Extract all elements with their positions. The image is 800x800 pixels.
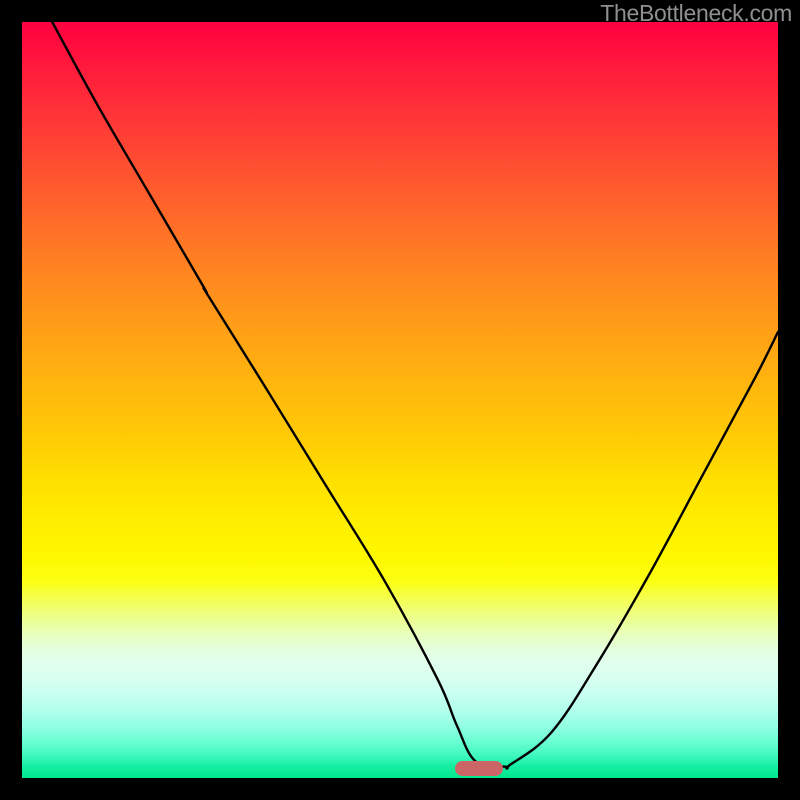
chart-frame: TheBottleneck.com [0,0,800,800]
bottleneck-curve [22,22,778,778]
watermark-text: TheBottleneck.com [600,0,792,27]
optimal-region-marker [455,761,503,776]
curve-path [52,22,778,769]
plot-area [22,22,778,778]
